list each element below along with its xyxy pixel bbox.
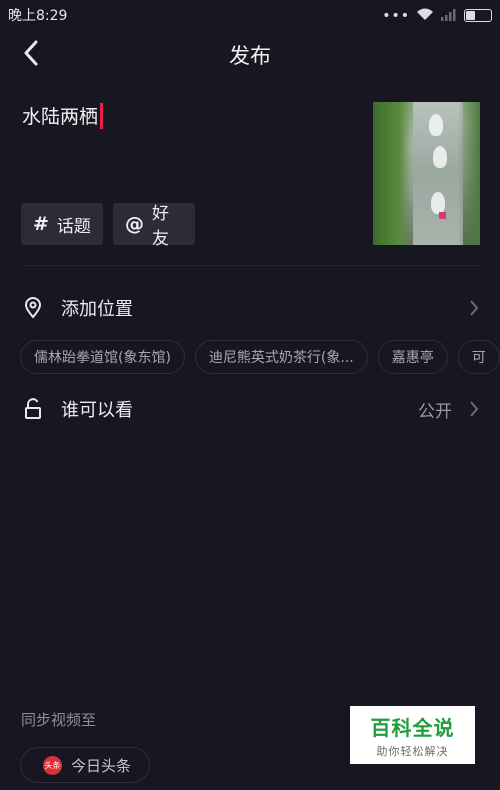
text-cursor	[100, 102, 104, 129]
at-icon: @	[125, 213, 144, 235]
more-dots-icon: •••	[382, 7, 410, 24]
mention-friend-button[interactable]: @ 好友	[113, 203, 195, 249]
add-location-label: 添加位置	[61, 299, 133, 320]
page-title: 发布	[229, 44, 271, 68]
topic-label: 话题	[56, 216, 91, 237]
visibility-row[interactable]: 谁可以看 公开	[0, 389, 500, 429]
visibility-value: 公开	[418, 401, 452, 422]
status-icons: •••	[382, 6, 492, 25]
location-chip[interactable]: 嘉惠亭	[377, 340, 448, 374]
location-chip[interactable]: 迪尼熊英式奶茶行(象...	[194, 340, 368, 374]
sync-label: 同步视频至	[21, 711, 97, 729]
thumbnail-fountain	[433, 146, 447, 168]
hash-icon: #	[33, 213, 49, 235]
location-suggestions: 儒林跆拳道馆(象东馆) 迪尼熊英式奶茶行(象... 嘉惠亭可	[20, 340, 500, 376]
watermark: 百科全说 助你轻松解决	[350, 706, 475, 764]
signal-icon	[440, 6, 458, 25]
sync-target-label: 今日头条	[71, 756, 132, 775]
chevron-right-icon	[466, 399, 482, 419]
location-pin-icon	[22, 297, 44, 319]
location-chip[interactable]: 可	[457, 340, 500, 374]
toutiao-logo-icon: 头条	[43, 755, 62, 775]
status-time: 晚上8:29	[8, 8, 68, 24]
wifi-icon	[416, 6, 434, 25]
thumbnail-fountain	[429, 114, 443, 136]
add-location-row[interactable]: 添加位置	[0, 288, 500, 328]
video-thumbnail[interactable]	[373, 102, 480, 245]
status-bar: 晚上8:29 •••	[0, 0, 500, 28]
battery-icon	[464, 9, 492, 22]
thumbnail-trees-right	[458, 102, 480, 245]
friend-label: 好友	[152, 204, 169, 249]
caption-text: 水陆两栖	[22, 106, 99, 128]
thumbnail-fountain	[431, 192, 445, 214]
header: 发布	[0, 30, 500, 76]
divider	[21, 265, 480, 266]
watermark-main: 百科全说	[370, 716, 455, 740]
caption-input[interactable]: 水陆两栖	[22, 102, 104, 129]
unlock-icon	[22, 398, 44, 420]
chevron-right-icon	[466, 298, 482, 318]
thumbnail-trees	[373, 102, 411, 245]
thumbnail-pink-figure	[439, 212, 446, 219]
watermark-sub: 助你轻松解决	[376, 745, 449, 758]
location-chip[interactable]: 儒林跆拳道馆(象东馆)	[20, 340, 185, 374]
visibility-label: 谁可以看	[61, 400, 133, 421]
topic-button[interactable]: # 话题	[21, 203, 103, 245]
sync-toutiao-button[interactable]: 头条 今日头条	[20, 747, 150, 783]
